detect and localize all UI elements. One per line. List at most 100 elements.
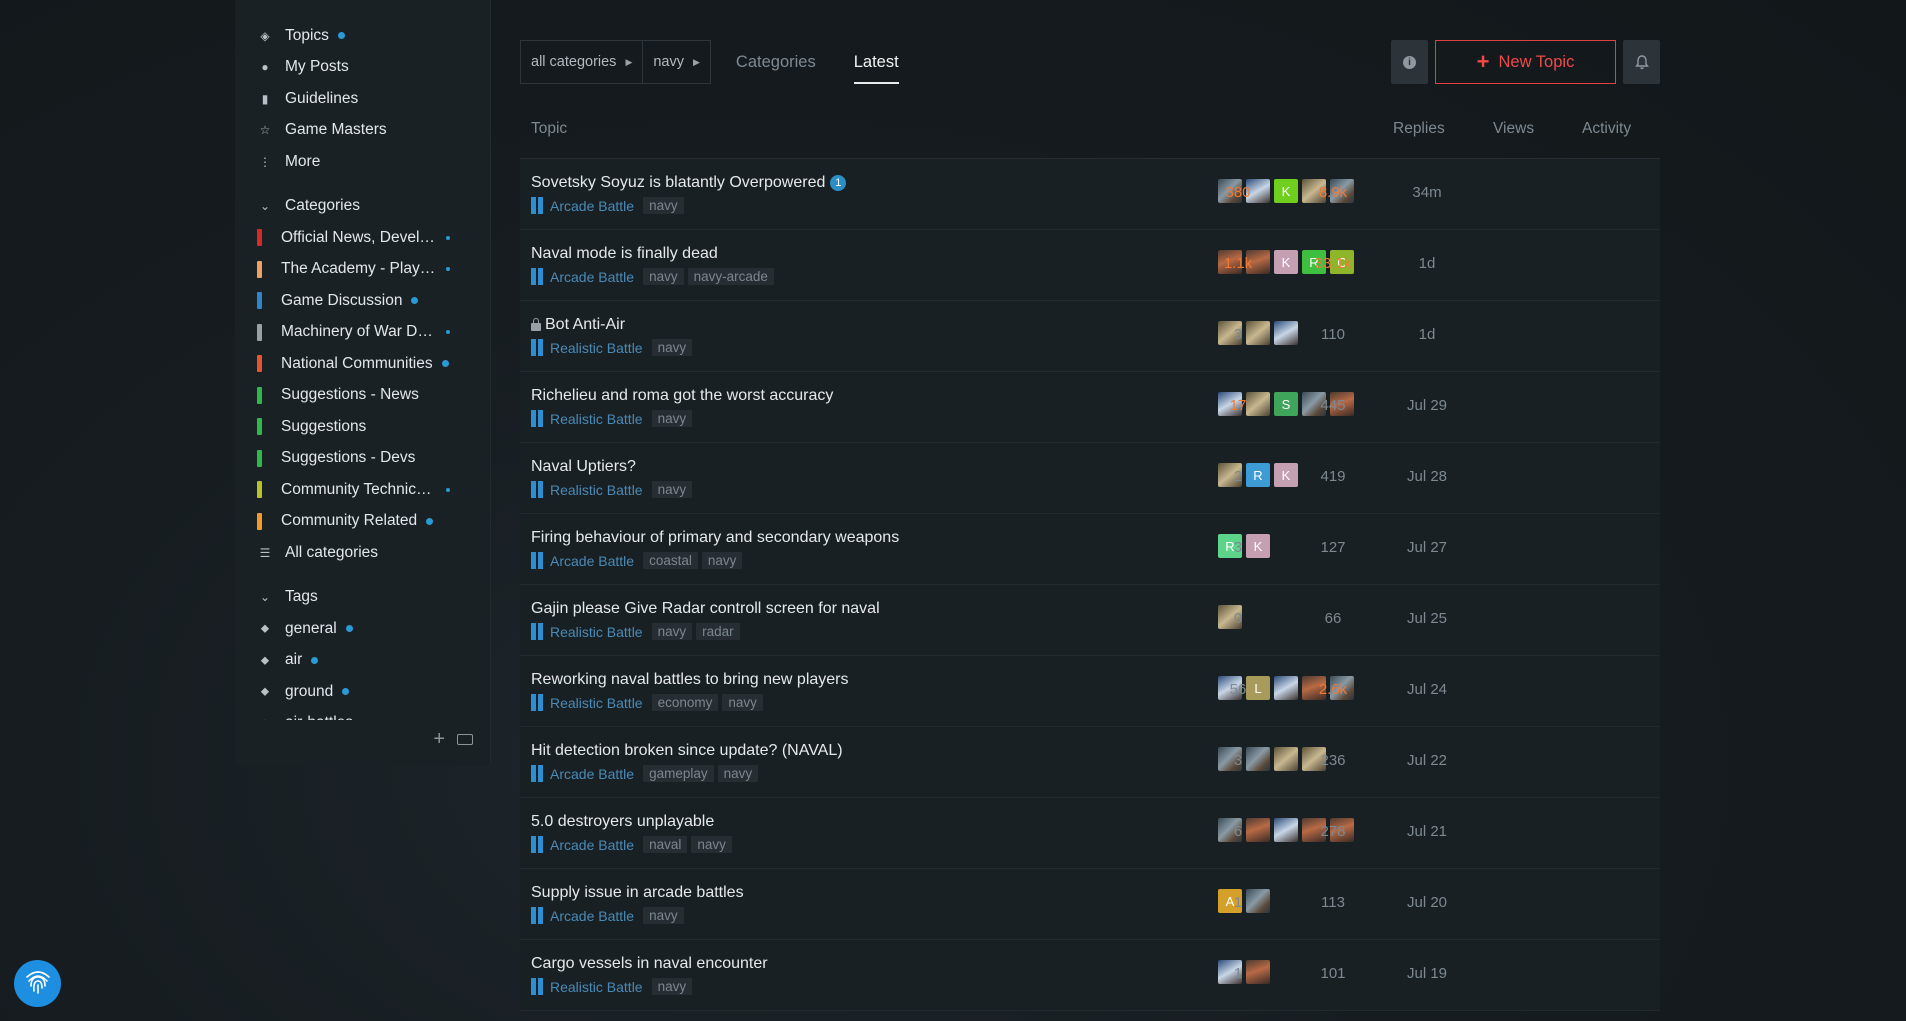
topic-title-link[interactable]: Firing behaviour of primary and secondar… [531,529,899,547]
replies-count[interactable]: 1 [1198,894,1278,911]
topic-title-link[interactable]: Sovetsky Soyuz is blatantly Overpowered 1 [531,174,847,192]
sidebar-category-1[interactable]: The Academy - Player... [235,254,490,286]
tab-categories[interactable]: Categories [723,40,829,84]
breadcrumb-all-categories[interactable]: all categories ▶ [520,40,644,84]
category-link[interactable]: Realistic Battle [550,340,643,356]
activity-time[interactable]: Jul 28 [1387,468,1467,485]
topic-tag[interactable]: navy [643,268,684,285]
topic-tag[interactable]: navy [651,410,693,427]
sidebar-category-0[interactable]: Official News, Develo... [235,222,490,254]
topic-tag[interactable]: navy-arcade [687,268,774,285]
breadcrumb-tag[interactable]: navy ▶ [643,40,711,84]
topic-tag[interactable]: radar [696,623,740,640]
topic-tag[interactable]: gameplay [643,765,714,782]
activity-time[interactable]: Jul 22 [1387,752,1467,769]
replies-count[interactable]: 56 [1198,681,1278,698]
activity-time[interactable]: 1d [1387,255,1467,272]
categories-section-header[interactable]: ⌄ Categories [235,191,490,223]
topic-title-link[interactable]: Hit detection broken since update? (NAVA… [531,742,843,760]
topic-title-link[interactable]: Naval Uptiers? [531,458,636,476]
sidebar-item-1[interactable]: ● My Posts [235,52,490,84]
activity-time[interactable]: Jul 20 [1387,894,1467,911]
topic-tag[interactable]: navy [701,552,743,569]
replies-count[interactable]: 1 [1198,965,1278,982]
replies-count[interactable]: 6 [1198,823,1278,840]
topic-title-link[interactable]: Supply issue in arcade battles [531,884,744,902]
category-link[interactable]: Realistic Battle [550,695,643,711]
topic-tag[interactable]: navy [651,481,693,498]
sidebar-all-categories[interactable]: ☰ All categories [235,537,490,569]
sidebar-category-4[interactable]: National Communities [235,348,490,380]
topic-tag[interactable]: navy [691,836,732,853]
sidebar-tag-2[interactable]: ⬥ ground [235,676,490,708]
add-section-icon[interactable]: + [433,728,445,751]
topic-tag[interactable]: navy [643,907,684,924]
topic-tag[interactable]: economy [651,694,719,711]
activity-time[interactable]: Jul 29 [1387,397,1467,414]
activity-time[interactable]: Jul 25 [1387,610,1467,627]
sidebar-category-8[interactable]: Community Technica... [235,474,490,506]
sidebar-list[interactable]: ◈ Topics ● My Posts ▮ Guidelines ☆ Game Masters… [235,20,490,720]
replies-count[interactable]: 3 [1198,326,1278,343]
activity-time[interactable]: Jul 19 [1387,965,1467,982]
topic-title-link[interactable]: 5.0 destroyers unplayable [531,813,714,831]
unread-count-badge[interactable]: 1 [830,175,847,191]
topic-title-link[interactable]: Naval mode is finally dead [531,245,718,263]
topic-title-link[interactable]: Richelieu and roma got the worst accurac… [531,387,833,405]
topic-tag[interactable]: navy [651,623,693,640]
category-link[interactable]: Realistic Battle [550,979,643,995]
topic-title-link[interactable]: Gajin please Give Radar controll screen … [531,600,880,618]
replies-count[interactable]: 2 [1198,468,1278,485]
category-link[interactable]: Arcade Battle [550,269,634,285]
replies-count[interactable]: 3 [1198,752,1278,769]
category-link[interactable]: Arcade Battle [550,766,634,782]
sidebar-category-7[interactable]: Suggestions - Devs [235,443,490,475]
category-link[interactable]: Realistic Battle [550,482,643,498]
keyboard-icon[interactable] [457,734,473,745]
sidebar-category-6[interactable]: Suggestions [235,411,490,443]
sidebar-item-4[interactable]: ⋮ More [235,146,490,178]
sidebar-item-3[interactable]: ☆ Game Masters [235,115,490,147]
activity-time[interactable]: Jul 24 [1387,681,1467,698]
replies-count[interactable]: 17 [1198,397,1278,414]
replies-count[interactable]: 3 [1198,539,1278,556]
column-header-topic[interactable]: Topic [531,120,567,138]
activity-time[interactable]: Jul 27 [1387,539,1467,556]
replies-count[interactable]: 380 [1198,184,1278,201]
sidebar-category-9[interactable]: Community Related [235,506,490,538]
activity-time[interactable]: 34m [1387,184,1467,201]
sidebar-item-0[interactable]: ◈ Topics [235,20,490,52]
sidebar-item-2[interactable]: ▮ Guidelines [235,83,490,115]
column-header-views[interactable]: Views [1493,120,1534,138]
column-header-replies[interactable]: Replies [1393,120,1445,138]
replies-count[interactable]: 0 [1198,610,1278,627]
sidebar-tag-0[interactable]: ⬥ general [235,613,490,645]
category-link[interactable]: Realistic Battle [550,624,643,640]
topic-title-link[interactable]: Reworking naval battles to bring new pla… [531,671,849,689]
category-link[interactable]: Arcade Battle [550,908,634,924]
topic-tag[interactable]: navy [643,197,684,214]
tags-section-header[interactable]: ⌄ Tags [235,582,490,614]
topic-tag[interactable]: navy [651,339,693,356]
tab-latest[interactable]: Latest [841,40,912,84]
topic-tag[interactable]: coastal [643,552,698,569]
info-button[interactable]: i [1391,40,1428,84]
topic-title-link[interactable]: Cargo vessels in naval encounter [531,955,768,973]
topic-tag[interactable]: navy [717,765,759,782]
column-header-activity[interactable]: Activity [1582,120,1631,138]
topic-tag[interactable]: navy [651,978,693,995]
topic-tag[interactable]: navy [722,694,763,711]
category-link[interactable]: Arcade Battle [550,837,634,853]
sidebar-category-2[interactable]: Game Discussion [235,285,490,317]
category-link[interactable]: Realistic Battle [550,411,643,427]
replies-count[interactable]: 1.1k [1198,255,1278,272]
notification-bell-button[interactable] [1623,40,1660,84]
sidebar-tag-1[interactable]: ⬥ air [235,645,490,677]
activity-time[interactable]: 1d [1387,326,1467,343]
category-link[interactable]: Arcade Battle [550,198,634,214]
sidebar-category-5[interactable]: Suggestions - News [235,380,490,412]
sidebar-tag-3[interactable]: ⬥air-battles [235,708,490,720]
category-link[interactable]: Arcade Battle [550,553,634,569]
sidebar-category-3[interactable]: Machinery of War Dis... [235,317,490,349]
fingerprint-button[interactable] [14,960,61,1007]
